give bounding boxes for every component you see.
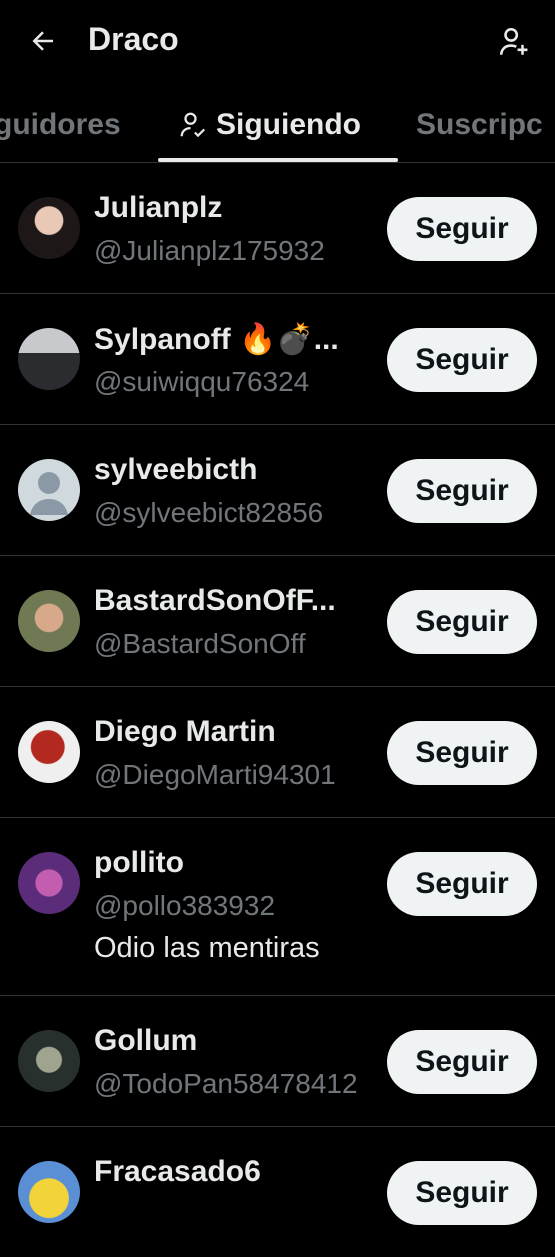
back-button[interactable] <box>24 22 62 60</box>
list-item[interactable]: sylveebicth @sylveebict82856 Seguir <box>0 425 555 556</box>
account-name: Diego Martin <box>94 715 276 748</box>
follow-button[interactable]: Seguir <box>387 590 537 654</box>
active-tab-indicator <box>158 158 398 162</box>
tab-subscriptions[interactable]: Suscripc <box>416 108 543 142</box>
tab-following[interactable]: Siguiendo <box>178 108 361 142</box>
account-handle: @Julianplz175932 <box>94 235 325 266</box>
account-name: BastardSonOfF... <box>94 584 336 617</box>
account-name: Julianplz <box>94 191 223 224</box>
person-check-icon <box>180 112 206 138</box>
account-handle: @TodoPan58478412 <box>94 1068 358 1099</box>
default-avatar-icon <box>30 472 68 515</box>
list-item[interactable]: Fracasado6 Seguir <box>0 1127 555 1257</box>
follow-button[interactable]: Seguir <box>387 328 537 392</box>
account-name: Fracasado6 <box>94 1155 261 1188</box>
account-handle: @suiwiqqu76324 <box>94 366 310 397</box>
avatar[interactable] <box>18 197 80 259</box>
avatar[interactable] <box>18 1161 80 1223</box>
avatar[interactable] <box>18 459 80 521</box>
list-item[interactable]: Diego Martin @DiegoMarti94301 Seguir <box>0 687 555 818</box>
avatar[interactable] <box>18 852 80 914</box>
avatar[interactable] <box>18 328 80 390</box>
tab-followers[interactable]: guidores <box>0 108 121 142</box>
follow-button[interactable]: Seguir <box>387 1161 537 1225</box>
account-handle: @BastardSonOff <box>94 628 306 659</box>
account-name: sylveebicth <box>94 453 258 486</box>
page-title: Draco <box>88 21 179 57</box>
account-name: Sylpanoff 🔥💣... <box>94 323 339 356</box>
avatar[interactable] <box>18 721 80 783</box>
tab-label: Siguiendo <box>216 108 361 141</box>
list-item[interactable]: BastardSonOfF... @BastardSonOff Seguir <box>0 556 555 687</box>
follow-button[interactable]: Seguir <box>387 721 537 785</box>
top-bar: Draco <box>0 0 555 82</box>
account-handle: @DiegoMarti94301 <box>94 759 336 790</box>
following-list: Julianplz @Julianplz175932 Seguir Sylpan… <box>0 163 555 1257</box>
list-item[interactable]: Julianplz @Julianplz175932 Seguir <box>0 163 555 294</box>
account-name: pollito <box>94 846 184 879</box>
follow-button[interactable]: Seguir <box>387 459 537 523</box>
tab-label: Suscripc <box>416 108 543 141</box>
list-item[interactable]: pollito @pollo383932 Odio las mentiras S… <box>0 818 555 996</box>
follow-button[interactable]: Seguir <box>387 1030 537 1094</box>
account-name: Gollum <box>94 1024 198 1057</box>
account-handle: @sylveebict82856 <box>94 497 324 528</box>
add-person-icon <box>499 27 528 55</box>
account-handle: @pollo383932 <box>94 890 276 921</box>
follow-button[interactable]: Seguir <box>387 197 537 261</box>
account-bio: Odio las mentiras <box>94 932 320 964</box>
arrow-left-icon <box>32 31 53 51</box>
avatar[interactable] <box>18 1030 80 1092</box>
add-person-button[interactable] <box>494 22 534 62</box>
list-item[interactable]: Sylpanoff 🔥💣... @suiwiqqu76324 Seguir <box>0 294 555 425</box>
tab-label: guidores <box>0 108 121 141</box>
follow-tabs: guidores Siguiendo Suscripc <box>0 92 555 163</box>
avatar[interactable] <box>18 590 80 652</box>
follow-button[interactable]: Seguir <box>387 852 537 916</box>
list-item[interactable]: Gollum @TodoPan58478412 Seguir <box>0 996 555 1127</box>
